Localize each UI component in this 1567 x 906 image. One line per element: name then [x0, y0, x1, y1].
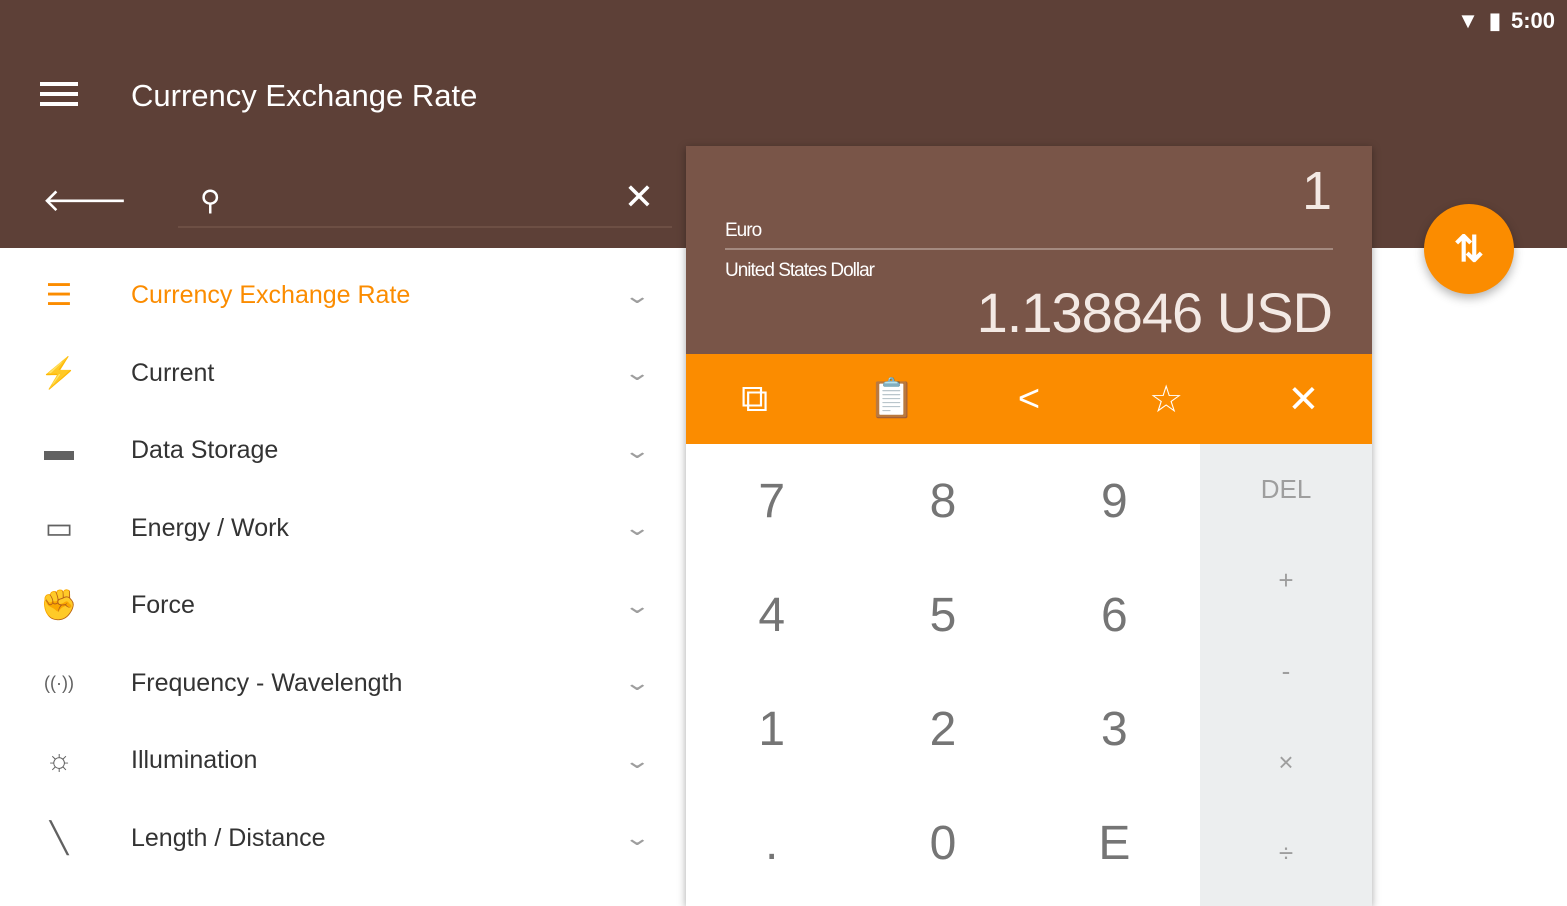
clock: 5:00	[1510, 8, 1555, 33]
key-4[interactable]: 5	[857, 558, 1028, 672]
from-unit[interactable]: Euro	[725, 220, 762, 242]
chevron-down-icon[interactable]: ⌄	[623, 670, 651, 696]
operator-key[interactable]: +	[1200, 535, 1372, 626]
chevron-down-icon[interactable]: ⌄	[623, 748, 651, 774]
category-list: ☰ Currency Exchange Rate ⌄ ⚡ Current ⌄ ▬ Data S…	[0, 257, 680, 877]
category-item[interactable]: ☰ Currency Exchange Rate ⌄	[0, 257, 680, 335]
keypad: 789 456 123.0E DEL + - × ÷	[686, 444, 1372, 906]
category-label: Frequency - Wavelength	[131, 668, 403, 697]
star-icon[interactable]: ☆	[1098, 377, 1235, 422]
search-icon: ⚲	[200, 185, 221, 216]
input-value[interactable]: 1	[1302, 160, 1332, 222]
category-item[interactable]: ☼ Illumination ⌄	[0, 722, 680, 800]
divider	[725, 248, 1333, 250]
category-item[interactable]: ((·)) Frequency - Wavelength ⌄	[0, 645, 680, 723]
key-2[interactable]: 9	[1029, 444, 1200, 558]
battery-icon: ▭	[44, 511, 74, 545]
search-bar: ⚲ ✕	[178, 168, 672, 228]
category-label: Force	[131, 591, 195, 620]
chevron-down-icon[interactable]: ⌄	[623, 515, 651, 541]
category-label: Illumination	[131, 746, 258, 775]
key-7[interactable]: 2	[857, 672, 1028, 786]
to-unit[interactable]: United States Dollar	[725, 260, 875, 282]
category-item[interactable]: ▬ Data Storage ⌄	[0, 412, 680, 490]
category-label: Currency Exchange Rate	[131, 281, 411, 310]
menu-icon[interactable]	[40, 82, 78, 108]
key-1[interactable]: 8	[857, 444, 1028, 558]
share-icon[interactable]: <	[960, 378, 1097, 421]
key-9[interactable]: .	[686, 786, 857, 900]
category-label: Current	[131, 358, 215, 387]
operator-key[interactable]: DEL	[1200, 444, 1372, 535]
sun-icon: ☼	[45, 743, 73, 777]
result-value: 1.138846 USD	[976, 281, 1333, 344]
status-bar: ▼ ▮ 5:00	[1457, 8, 1555, 34]
category-item[interactable]: ▭ Energy / Work ⌄	[0, 490, 680, 568]
battery-icon: ▮	[1488, 8, 1501, 33]
category-label: Data Storage	[131, 436, 279, 465]
operator-key[interactable]: ×	[1200, 717, 1372, 808]
key-10[interactable]: 0	[857, 786, 1028, 900]
close-icon[interactable]: ✕	[1235, 377, 1372, 422]
category-item[interactable]: ⚡ Current ⌄	[0, 335, 680, 413]
category-label: Energy / Work	[131, 513, 289, 542]
chevron-down-icon[interactable]: ⌄	[623, 825, 651, 851]
key-5[interactable]: 6	[1029, 558, 1200, 672]
category-label: Length / Distance	[131, 823, 326, 852]
key-0[interactable]: 7	[686, 444, 857, 558]
chevron-down-icon[interactable]: ⌄	[623, 283, 651, 309]
converter-card: 1 Euro United States Dollar 1.138846 USD…	[686, 146, 1372, 906]
action-toolbar: ⧉ 📋 < ☆ ✕	[686, 354, 1372, 444]
lightning-icon: ⚡	[40, 356, 78, 390]
antenna-icon: ((·))	[44, 672, 74, 693]
page-title: Currency Exchange Rate	[131, 78, 478, 113]
conversion-display: 1 Euro United States Dollar 1.138846 USD	[686, 146, 1372, 354]
ruler-icon: ╲	[49, 821, 69, 855]
chevron-down-icon[interactable]: ⌄	[623, 438, 651, 464]
hard-drive-icon: ▬	[44, 433, 74, 467]
fist-icon: ✊	[40, 589, 78, 623]
swap-icon: ⇅	[1453, 228, 1485, 269]
copy-icon[interactable]: ⧉	[686, 378, 823, 421]
paste-icon[interactable]: 📋	[823, 377, 960, 421]
chevron-down-icon[interactable]: ⌄	[623, 360, 651, 386]
key-11[interactable]: E	[1029, 786, 1200, 900]
chevron-down-icon[interactable]: ⌄	[623, 593, 651, 619]
key-3[interactable]: 4	[686, 558, 857, 672]
key-6[interactable]: 1	[686, 672, 857, 786]
operator-key[interactable]: ÷	[1200, 808, 1372, 899]
category-item[interactable]: ╲ Length / Distance ⌄	[0, 800, 680, 878]
back-arrow-icon[interactable]: 🡐	[42, 180, 128, 219]
swap-units-button[interactable]: ⇅	[1424, 204, 1514, 294]
coins-icon: ☰	[45, 279, 73, 313]
category-item[interactable]: ✊ Force ⌄	[0, 567, 680, 645]
search-input[interactable]	[248, 180, 608, 216]
key-8[interactable]: 3	[1029, 672, 1200, 786]
operator-key[interactable]: -	[1200, 626, 1372, 717]
clear-search-icon[interactable]: ✕	[624, 176, 654, 218]
wifi-icon: ▼	[1457, 8, 1479, 33]
